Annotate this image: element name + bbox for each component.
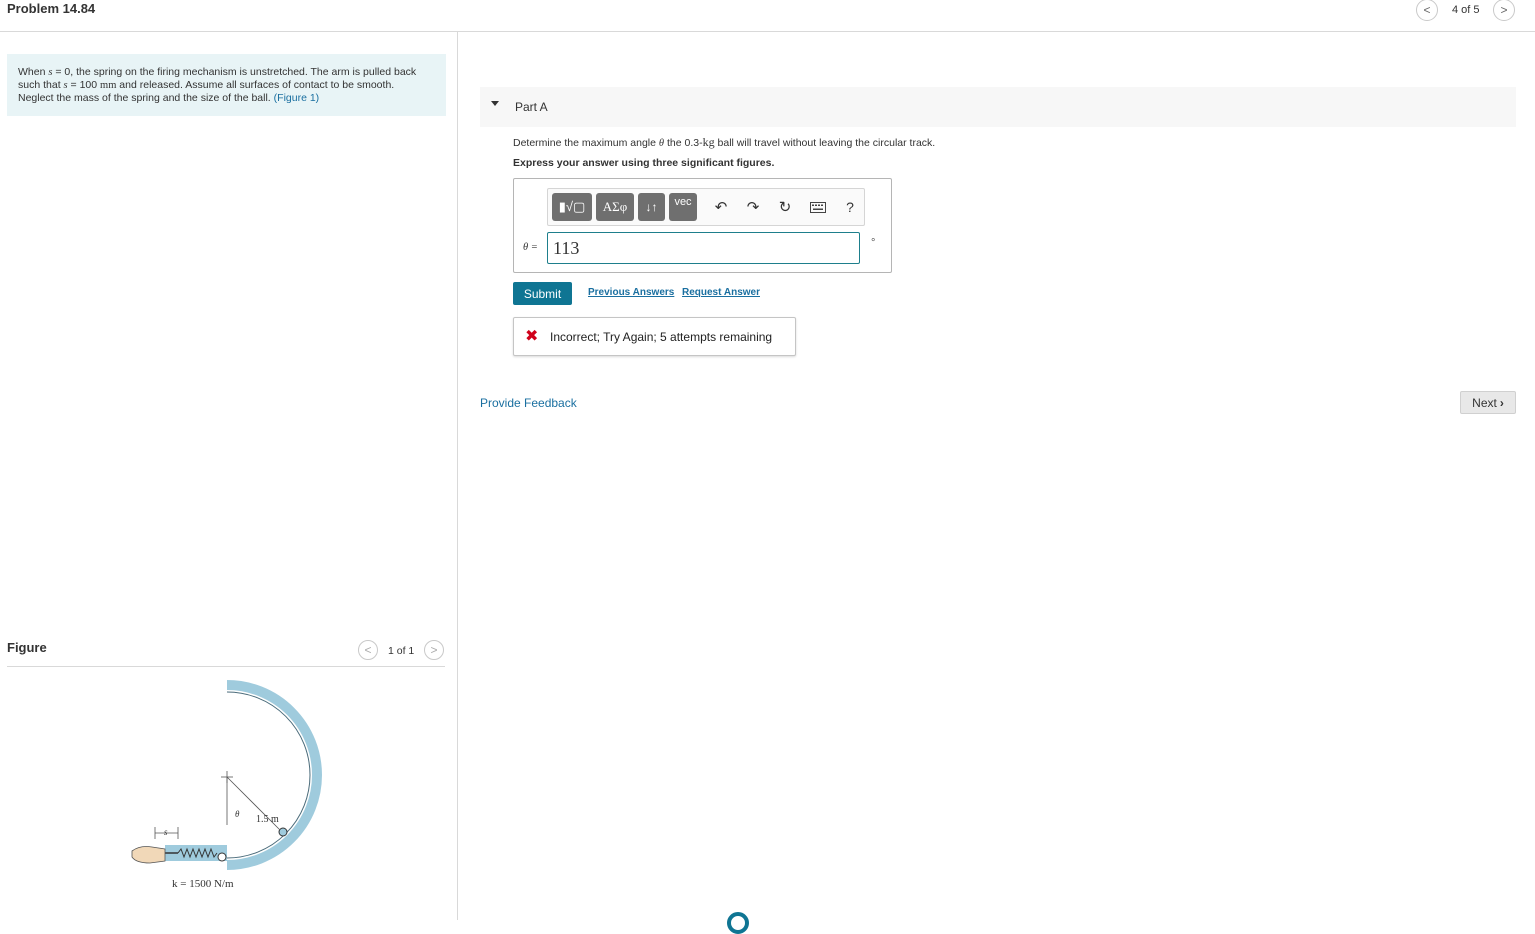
caret-down-icon[interactable] xyxy=(491,101,499,106)
provide-feedback-link[interactable]: Provide Feedback xyxy=(480,396,577,410)
problem-title: Problem 14.84 xyxy=(7,1,96,16)
feedback-text: Incorrect; Try Again; 5 attempts remaini… xyxy=(550,330,773,344)
feedback-message: ✖ Incorrect; Try Again; 5 attempts remai… xyxy=(513,317,796,356)
figure-diagram: θ 1.5 m s k = 1500 N/m xyxy=(131,680,322,890)
help-button[interactable]: ? xyxy=(840,197,860,217)
problem-page-count: 4 of 5 xyxy=(1452,4,1480,16)
question-text: Determine the maximum angle θ the 0.3-kg… xyxy=(513,135,936,149)
greek-symbols-button[interactable]: ΑΣφ xyxy=(596,193,634,221)
reset-icon[interactable]: ↻ xyxy=(775,197,795,217)
chevron-left-icon: < xyxy=(364,643,372,657)
hand-illustration xyxy=(131,846,166,864)
request-answer-link[interactable]: Request Answer xyxy=(682,287,760,298)
figure-heading: Figure xyxy=(7,640,47,655)
ball xyxy=(217,852,227,862)
figure-count: 1 of 1 xyxy=(388,645,415,657)
theta-symbol: θ xyxy=(235,809,240,819)
answer-variable-label: θ = xyxy=(523,242,538,253)
part-a-header[interactable]: Part A xyxy=(480,87,1516,127)
chevron-left-icon: < xyxy=(1423,3,1431,17)
problem-statement: When s = 0, the spring on the firing mec… xyxy=(7,54,446,116)
undo-icon[interactable]: ↶ xyxy=(711,197,731,217)
answer-input[interactable] xyxy=(547,232,860,264)
previous-answers-link[interactable]: Previous Answers xyxy=(588,287,674,298)
chevron-right-icon: > xyxy=(1500,3,1508,17)
s-symbol: s xyxy=(164,827,168,837)
figure-link[interactable]: (Figure 1) xyxy=(274,92,320,104)
redo-icon[interactable]: ↷ xyxy=(743,197,763,217)
circular-track xyxy=(226,680,322,870)
figure-prev-button[interactable]: < xyxy=(358,640,378,660)
x-icon: ✖ xyxy=(525,328,539,345)
chevron-right-icon: › xyxy=(1499,395,1504,410)
math-toolbar: ▮√▢ ΑΣφ ↓↑ vec ↶ ↷ ↻ ? xyxy=(547,188,865,226)
templates-button[interactable]: ▮√▢ xyxy=(552,193,592,221)
subscript-superscript-button[interactable]: ↓↑ xyxy=(638,193,665,221)
figure-divider xyxy=(7,666,445,667)
radius-label: 1.5 m xyxy=(256,814,279,825)
next-button[interactable]: Next › xyxy=(1460,391,1516,414)
track-ball xyxy=(278,827,288,837)
pane-divider[interactable] xyxy=(457,32,458,920)
prev-problem-button[interactable]: < xyxy=(1416,0,1438,21)
degree-unit: ° xyxy=(871,237,876,249)
answer-area: ▮√▢ ΑΣφ ↓↑ vec ↶ ↷ ↻ ? θ = ° xyxy=(513,178,892,273)
part-label: Part A xyxy=(515,100,548,114)
keyboard-icon[interactable] xyxy=(808,197,828,217)
loading-ring xyxy=(727,912,749,934)
figure-next-button[interactable]: > xyxy=(424,640,444,660)
chevron-right-icon: > xyxy=(430,643,438,657)
vector-button[interactable]: vec xyxy=(669,193,697,221)
submit-button[interactable]: Submit xyxy=(513,282,572,305)
header-bar: Problem 14.84 < 4 of 5 > xyxy=(0,0,1535,32)
spring-constant-label: k = 1500 N/m xyxy=(172,878,234,890)
next-problem-button[interactable]: > xyxy=(1493,0,1515,21)
answer-instruction: Express your answer using three signific… xyxy=(513,157,775,169)
